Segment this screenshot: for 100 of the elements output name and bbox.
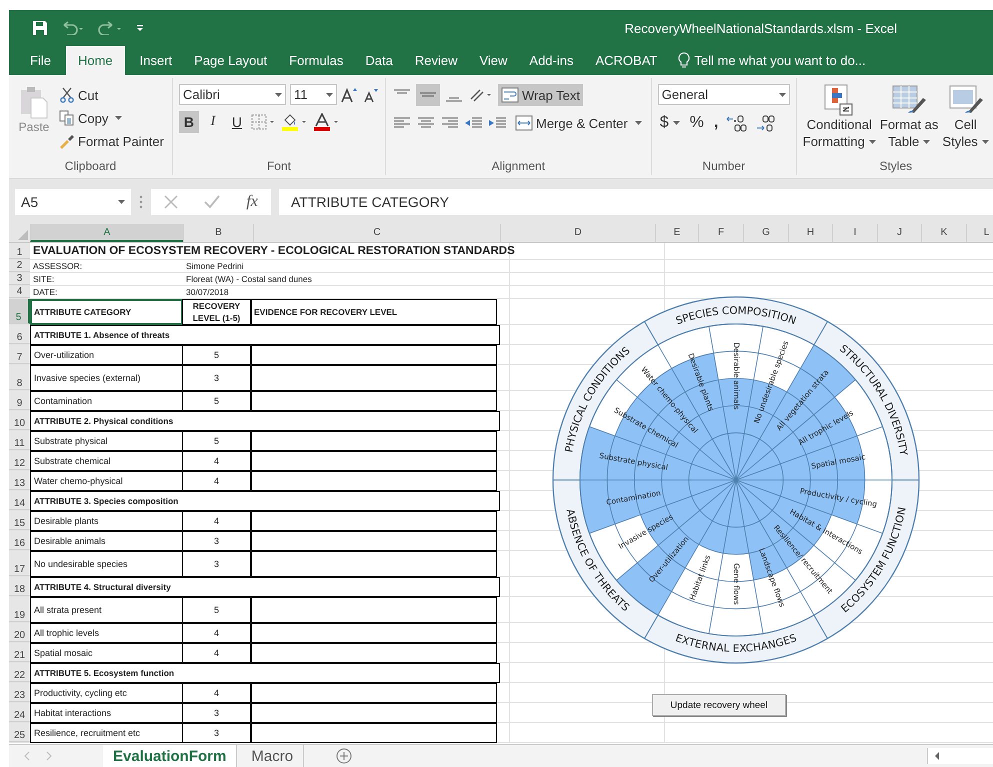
row-header[interactable]: 16 [9,531,30,550]
ribbon-tab[interactable]: Home [66,46,125,75]
format-painter-button[interactable]: Format Painter [57,130,166,152]
customize-icon[interactable] [136,24,144,32]
row-header[interactable]: 4 [9,286,30,298]
font-color-icon[interactable] [312,113,341,131]
font-name-field[interactable]: Calibri [178,84,286,105]
row-header[interactable]: 8 [9,365,30,390]
number-format-field[interactable]: General [658,84,790,105]
fill-color-icon[interactable] [280,113,309,131]
column-header[interactable]: H [788,224,832,242]
table-cell: 5 [182,345,252,365]
horizontal-scrollbar[interactable] [927,748,993,764]
column-header[interactable]: F [698,224,743,242]
row-header[interactable]: 1 [9,243,30,259]
row-header[interactable]: 10 [9,411,30,430]
row-header[interactable]: 24 [9,703,30,722]
wrap-text-button[interactable]: Wrap Text [498,84,584,106]
tell-me-search[interactable]: Tell me what you want to do... [694,46,866,75]
caret-icon [672,121,680,125]
row-header[interactable]: 19 [9,597,30,622]
row-header[interactable]: 21 [9,643,30,662]
row-header[interactable]: 13 [9,471,30,490]
row-header[interactable]: 11 [9,431,30,450]
font-size-field[interactable]: 11 [290,84,337,105]
sheet-tab[interactable]: Macro [241,745,304,767]
italic-button[interactable]: I [202,111,223,133]
copy-button[interactable]: Copy [57,107,166,129]
row-header[interactable]: 5 [9,299,30,324]
clipboard-icon [19,86,49,120]
window-title: RecoveryWheelNationalStandards.xlsm - Excel [624,20,897,36]
ribbon-tab[interactable]: ACROBAT [584,46,668,75]
comma-button[interactable]: , [712,114,720,132]
row-header[interactable]: 2 [9,260,30,272]
row-header[interactable]: 14 [9,491,30,510]
table-cell: 4 [182,471,252,491]
name-box[interactable]: A5 [15,188,131,214]
bold-button[interactable]: B [178,111,199,133]
sheet-tab[interactable]: EvaluationForm [103,745,238,767]
percent-button[interactable]: % [688,114,706,132]
column-header[interactable]: I [832,224,877,242]
save-icon[interactable] [32,20,48,36]
column-header[interactable]: A [30,224,183,242]
column-header[interactable]: K [921,224,966,242]
merge-center-button[interactable]: Merge & Center [512,112,645,134]
scroll-left-icon[interactable] [933,751,941,761]
styles-button[interactable]: Format as Table [880,84,938,150]
sheet-title: EVALUATION OF ECOSYSTEM RECOVERY - ECOLOGICAL RESTORATION STANDARDS [32,244,516,259]
styles-button[interactable]: Conditional Formatting [802,84,876,150]
table-cell[interactable]: ATTRIBUTE CATEGORY [30,299,183,325]
column-header[interactable]: D [500,224,655,242]
row-header[interactable]: 12 [9,451,30,470]
row-header[interactable]: 25 [9,723,30,742]
align-middle-icon[interactable] [416,84,440,106]
column-header[interactable]: B [183,224,253,242]
column-header[interactable]: G [743,224,788,242]
caret-icon [118,200,125,204]
row-header[interactable]: 18 [9,577,30,596]
row-header[interactable]: 17 [9,551,30,576]
more-icon [139,194,143,208]
row-header[interactable]: 22 [9,663,30,682]
currency-button[interactable]: $ [658,114,682,132]
table-cell: ATTRIBUTE 4. Structural diversity [30,577,500,597]
column-header[interactable]: J [877,224,921,242]
row-header[interactable]: 23 [9,683,30,702]
ribbon-tab[interactable]: Insert [128,46,184,75]
shrink-font-icon[interactable] [362,86,379,102]
merge-cells-icon [514,115,533,131]
borders-icon[interactable] [250,114,277,130]
ribbon-tab[interactable]: Data [354,46,404,75]
ribbon-tab[interactable]: Review [404,46,468,75]
row-header[interactable]: 3 [9,273,30,285]
decrease-decimal-icon[interactable] [754,113,776,133]
insert-function-button[interactable]: fx [246,192,258,210]
row-header[interactable]: 20 [9,623,30,642]
column-header[interactable]: E [655,224,698,242]
check-icon[interactable] [204,194,220,208]
column-header[interactable]: C [253,224,500,242]
group-label: Styles [878,159,914,173]
formula-field[interactable]: ATTRIBUTE CATEGORY [279,188,993,214]
ribbon-tab[interactable]: View [468,46,518,75]
ribbon-tab[interactable]: Formulas [278,46,354,75]
ribbon-tab[interactable]: Page Layout [183,46,278,75]
row-header[interactable]: 6 [9,325,30,344]
table-cell: Resilience, recruitment etc [30,723,183,743]
cut-button[interactable]: Cut [57,84,166,106]
column-header[interactable]: L [966,224,993,242]
row-header[interactable]: 15 [9,511,30,530]
styles-button[interactable]: Cell Styles [942,84,989,150]
increase-decimal-icon[interactable] [726,113,748,133]
row-header[interactable]: 9 [9,391,30,410]
update-wheel-button[interactable]: Update recovery wheel [652,694,786,716]
grow-font-icon[interactable] [340,86,359,102]
ribbon-tab[interactable]: File [19,46,62,75]
redo-icon[interactable] [98,21,124,35]
underline-button[interactable]: U [226,111,247,133]
ribbon-tab[interactable]: Add-ins [518,46,584,75]
add-sheet-icon[interactable] [336,748,352,764]
row-header[interactable]: 7 [9,345,30,364]
table-cell: Substrate chemical [30,451,183,471]
